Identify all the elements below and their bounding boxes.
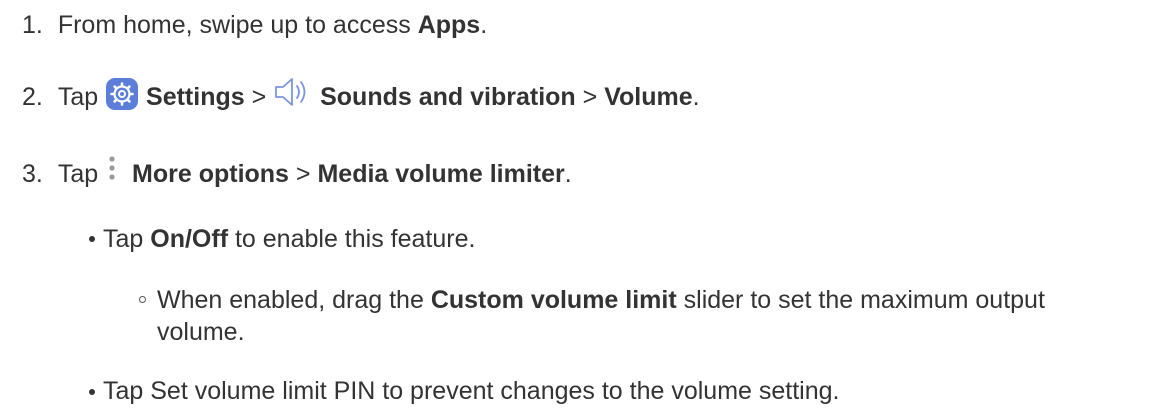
sub-bullet-1-continuation: volume. <box>157 317 245 347</box>
period: . <box>692 83 700 111</box>
sub-bullet-text: slider to set the maximum output <box>676 286 1045 314</box>
separator: > <box>244 83 274 111</box>
step-text: Tap <box>57 83 106 111</box>
on-off-label: On/Off <box>150 225 229 253</box>
sub-bullet-text: volume. <box>157 318 245 346</box>
bullet-text: to enable this feature. <box>228 225 476 253</box>
more-options-vertical-dots-icon <box>105 153 119 187</box>
step-text: From home, swipe up to access <box>57 11 418 39</box>
sounds-and-vibration-label: Sounds and vibration <box>320 83 576 111</box>
period: . <box>564 160 572 188</box>
step-number: 3. <box>22 160 43 188</box>
settings-label: Settings <box>146 83 245 111</box>
bullet-dot <box>89 236 95 242</box>
separator: > <box>288 160 318 188</box>
bullet-1: Tap On/Off to enable this feature. <box>103 224 475 254</box>
step-3: 3. Tap More options > Media volume limit… <box>22 153 572 189</box>
custom-volume-limit-label: Custom volume limit <box>430 286 677 314</box>
bullet-text: Tap Set volume limit PIN to prevent chan… <box>103 377 840 405</box>
step-number: 1. <box>22 11 43 39</box>
more-options-label: More options <box>132 160 289 188</box>
bullet-dot <box>89 389 95 395</box>
separator: > <box>575 83 605 111</box>
step-1: 1. From home, swipe up to access Apps. <box>22 10 487 40</box>
sub-bullet-text: When enabled, drag the <box>157 286 431 314</box>
apps-label: Apps <box>417 11 481 39</box>
step-text: Tap <box>57 160 106 188</box>
sub-bullet-1: When enabled, drag the Custom volume lim… <box>157 285 1045 315</box>
sub-bullet-circle <box>139 296 146 303</box>
media-volume-limiter-label: Media volume limiter <box>317 160 565 188</box>
step-number: 2. <box>22 83 43 111</box>
volume-label: Volume <box>604 83 693 111</box>
period: . <box>480 11 488 39</box>
bullet-2: Tap Set volume limit PIN to prevent chan… <box>103 376 840 406</box>
step-2: 2. Tap Settings > Sounds and vibration >… <box>22 78 700 112</box>
settings-gear-icon <box>105 77 139 111</box>
speaker-volume-icon <box>273 75 313 109</box>
bullet-text: Tap <box>103 225 151 253</box>
